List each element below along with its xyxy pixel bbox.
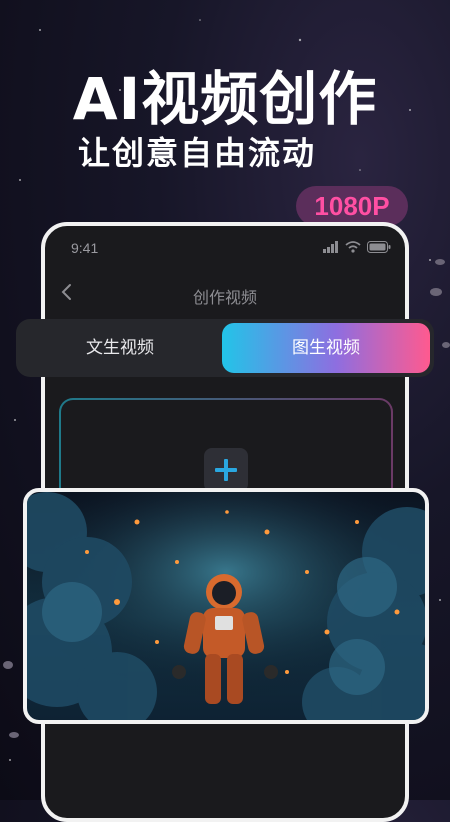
status-icons [323,241,391,253]
resolution-badge: 1080P [296,186,408,226]
page-title: 创作视频 [192,288,257,307]
status-bar: 9:41 [45,226,405,270]
tab-image-to-video[interactable]: 图生视频 [222,323,430,373]
promo-headline: AI视频创作 [72,65,378,133]
wifi-icon [345,241,361,253]
promo-subline: 让创意自由流动 [78,134,317,172]
tab-text-to-video[interactable]: 文生视频 [20,323,220,373]
add-image-button[interactable] [204,448,248,492]
mode-tabs: 文生视频 图生视频 [16,319,434,377]
nav-bar: 创作视频 [45,274,405,314]
battery-icon [367,241,391,253]
status-time: 9:41 [71,240,99,256]
signal-icon [323,241,338,253]
sample-image-astronaut [23,488,429,724]
plus-icon [215,459,237,481]
